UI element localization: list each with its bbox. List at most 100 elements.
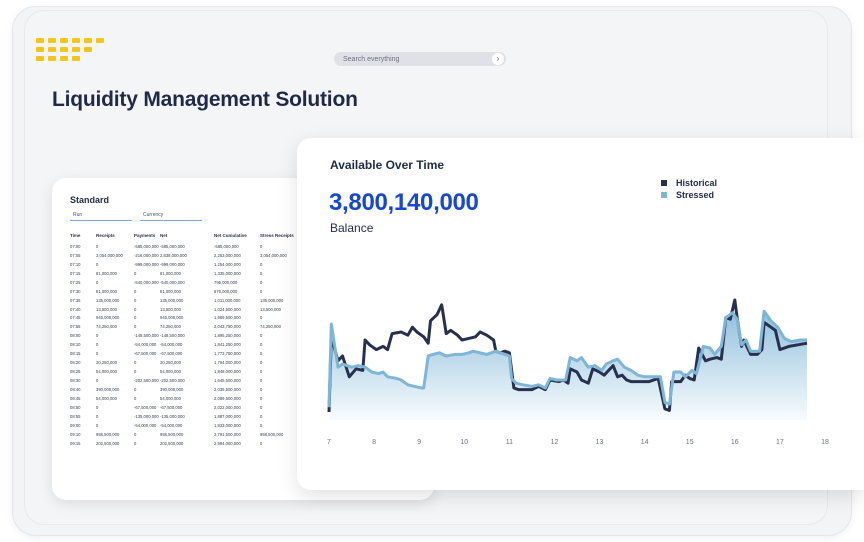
run-selector[interactable]: Run — [70, 210, 132, 221]
x-tick-label: 12 — [551, 439, 559, 446]
table-row[interactable]: 09:00 0 -54,000,000 -54,000,000 1,833,000,00… — [70, 421, 320, 430]
cell-net-cumulative: 2,089,500,000 — [214, 395, 241, 401]
cell-net: 54,000,000 — [160, 395, 181, 401]
table-row[interactable]: 07:10 0 -999,000,000 -999,000,000 1,254,000,… — [70, 260, 320, 269]
cell-net: 945,000,000 — [160, 315, 184, 321]
table-row[interactable]: 08:15 0 -67,500,000 -67,500,000 1,773,750,00… — [70, 349, 320, 358]
cell-receipts: 0 — [96, 279, 99, 285]
cell-receipts: 0 — [96, 243, 99, 249]
cell-time: 07:25 — [70, 279, 81, 285]
table-row[interactable]: 07:45 945,000,000 0 945,000,000 1,969,500,00… — [70, 314, 320, 323]
cell-net-cumulative: 2,035,500,000 — [214, 386, 241, 392]
currency-selector[interactable]: Currency — [140, 210, 202, 221]
cell-net-cumulative: 2,043,750,000 — [214, 324, 241, 330]
cell-time: 08:25 — [70, 369, 81, 375]
search-placeholder: Search everything — [343, 55, 400, 63]
table-row[interactable]: 08:20 20,250,000 0 20,250,000 1,794,000,000 0 — [70, 358, 320, 367]
cell-receipts: 0 — [96, 378, 99, 384]
cell-net: -148,500,000 — [160, 333, 185, 339]
table-row[interactable]: 08:25 54,000,000 0 54,000,000 1,848,000,000 0 — [70, 367, 320, 376]
cell-net: -54,000,000 — [160, 422, 183, 428]
table-row[interactable]: 08:55 0 -135,000,000 -135,000,000 1,887,000,… — [70, 412, 320, 421]
search-go-icon[interactable]: › — [492, 53, 504, 65]
search-input[interactable]: Search everything › — [334, 52, 506, 66]
legend-item-historical[interactable]: Historical — [661, 177, 717, 189]
table-row[interactable]: 08:30 0 -202,500,000 -202,500,000 1,645,500,… — [70, 376, 320, 385]
column-header-net-cumulative[interactable]: Net Cumulative — [214, 232, 260, 242]
x-tick-label: 17 — [776, 439, 784, 446]
cell-payments: -67,500,000 — [134, 404, 157, 410]
brand-logo[interactable] — [36, 38, 106, 64]
cell-receipts: 0 — [96, 333, 99, 339]
page-background: Search everything › Liquidity Management… — [0, 0, 864, 542]
table-row[interactable]: 07:25 0 -540,000,000 -540,000,000 795,000,00… — [70, 278, 320, 287]
cell-receipts: 20,250,000 — [96, 360, 117, 366]
table-row[interactable]: 07:40 13,500,000 0 13,500,000 1,024,500,000 1… — [70, 305, 320, 314]
chart-legend: Historical Stressed — [661, 177, 717, 201]
x-tick-label: 13 — [596, 439, 604, 446]
column-header-payments[interactable]: Payments — [134, 232, 160, 242]
cell-receipts: 74,250,000 — [96, 324, 117, 330]
cell-net: 2,838,000,000 — [160, 252, 187, 258]
cell-net-cumulative: 1,645,500,000 — [214, 378, 241, 384]
legend-swatch-historical — [661, 180, 667, 186]
table-row[interactable]: 08:50 0 -67,500,000 -67,500,000 2,022,000,00… — [70, 403, 320, 412]
cell-net: 135,000,000 — [160, 297, 184, 303]
table-row[interactable]: 08:10 0 -54,000,000 -54,000,000 1,841,250,00… — [70, 340, 320, 349]
x-tick-label: 16 — [731, 439, 739, 446]
cell-net-cumulative: 1,969,500,000 — [214, 315, 241, 321]
x-tick-label: 10 — [460, 439, 468, 446]
cell-net-cumulative: 1,841,250,000 — [214, 342, 241, 348]
x-tick-label: 7 — [327, 439, 331, 446]
cell-receipts: 81,000,000 — [96, 288, 117, 294]
table-row[interactable]: 07:15 81,000,000 0 81,000,000 1,335,000,000 0 — [70, 269, 320, 278]
table-row[interactable]: 07:55 74,250,000 0 74,250,000 2,043,750,000 7… — [70, 322, 320, 331]
column-header-receipts[interactable]: Receipts — [96, 232, 134, 242]
cell-time: 07:10 — [70, 261, 81, 267]
chart-heading: Available Over Time — [330, 158, 445, 172]
cell-time: 09:00 — [70, 422, 81, 428]
cell-net: 20,250,000 — [160, 360, 181, 366]
cell-time: 08:40 — [70, 386, 81, 392]
cell-payments: -585,000,000 — [134, 243, 159, 249]
cell-receipts: 54,000,000 — [96, 369, 117, 375]
cell-net: 81,000,000 — [160, 288, 181, 294]
cell-net-cumulative: 2,022,000,000 — [214, 404, 241, 410]
cell-net-cumulative: 1,335,000,000 — [214, 270, 241, 276]
cell-receipts: 81,000,000 — [96, 270, 117, 276]
cell-net: -202,500,000 — [160, 378, 185, 384]
legend-item-stressed[interactable]: Stressed — [661, 189, 717, 201]
table-row[interactable]: 07:05 3,054,000,000 -216,000,000 2,838,000,… — [70, 251, 320, 260]
cell-net: 74,250,000 — [160, 324, 181, 330]
cell-receipts: 0 — [96, 261, 99, 267]
table-row[interactable]: 08:00 0 -148,500,000 -148,500,000 1,895,250,… — [70, 331, 320, 340]
legend-label-stressed: Stressed — [676, 190, 715, 200]
cell-net-cumulative: 1,794,000,000 — [214, 360, 241, 366]
cell-net-cumulative: 876,000,000 — [214, 288, 238, 294]
table-row[interactable]: 07:30 81,000,000 0 81,000,000 876,000,000 0 — [70, 287, 320, 296]
table-row[interactable]: 07:35 135,000,000 0 135,000,000 1,011,000,00… — [70, 296, 320, 305]
cell-time: 08:45 — [70, 395, 81, 401]
table-row[interactable]: 08:40 390,000,000 0 390,000,000 2,035,500,00… — [70, 385, 320, 394]
cell-net-cumulative: 795,000,000 — [214, 279, 238, 285]
column-header-net[interactable]: Net — [160, 232, 214, 242]
column-header-time[interactable]: Time — [70, 232, 96, 242]
cell-payments: 0 — [134, 386, 137, 392]
cell-receipts: 135,000,000 — [96, 297, 120, 303]
table-row[interactable]: 09:15 202,500,000 0 202,500,000 2,994,000,00… — [70, 439, 320, 448]
table-body: 07:00 0 -585,000,000 -585,000,000 -585,000,0… — [70, 242, 320, 448]
cell-net-cumulative: 1,011,000,000 — [214, 297, 241, 303]
cell-payments: -135,000,000 — [134, 413, 159, 419]
table-row[interactable]: 07:00 0 -585,000,000 -585,000,000 -585,000,0… — [70, 242, 320, 251]
cell-net-cumulative: 1,773,750,000 — [214, 351, 241, 357]
cell-net-cumulative: 1,833,000,000 — [214, 422, 241, 428]
table-row[interactable]: 08:45 54,000,000 0 54,000,000 2,089,500,000 0 — [70, 394, 320, 403]
liquidity-table: Time Receipts Payments Net Net Cumulativ… — [70, 232, 320, 448]
cell-time: 07:35 — [70, 297, 81, 303]
legend-swatch-stressed — [661, 192, 667, 198]
table-row[interactable]: 09:10 958,500,000 0 958,500,000 2,791,500,00… — [70, 430, 320, 439]
cell-payments: -540,000,000 — [134, 279, 159, 285]
cell-net: 390,000,000 — [160, 386, 184, 392]
cell-time: 08:00 — [70, 333, 81, 339]
table-card-title: Standard — [70, 195, 110, 205]
